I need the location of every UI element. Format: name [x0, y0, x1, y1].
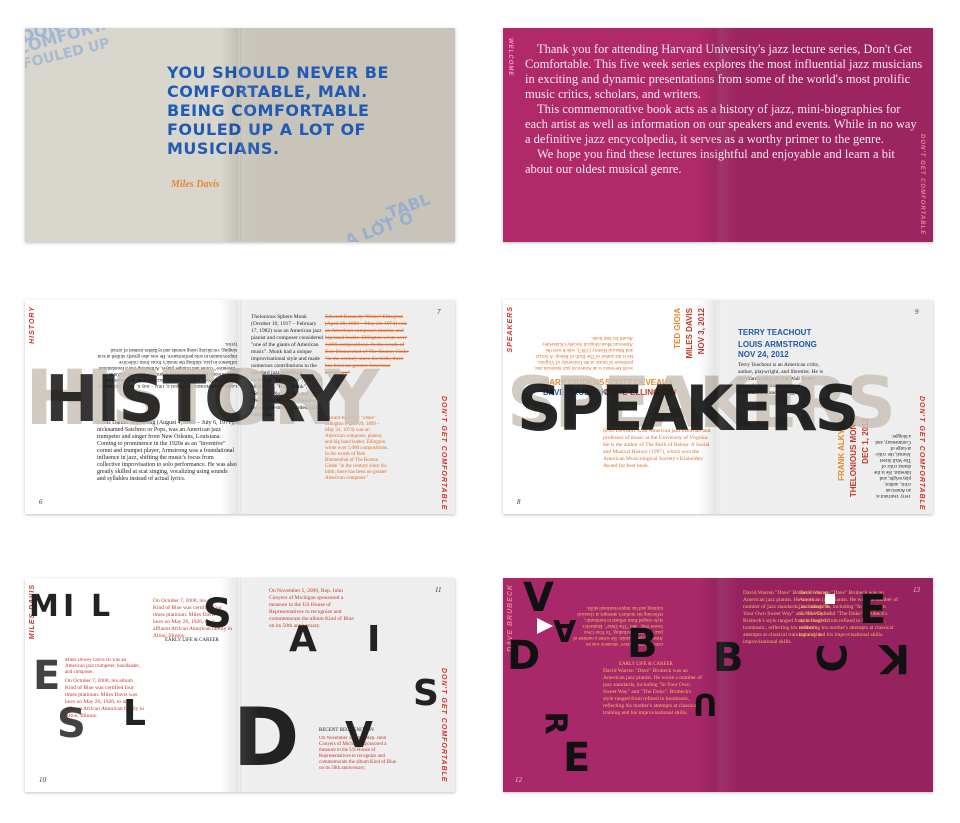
- ted-gioia-name: TED GIOIA: [673, 308, 682, 349]
- side-label-right: DON'T GET COMFORTABLE: [440, 668, 447, 783]
- letter-r: R: [537, 711, 573, 735]
- page-number-left: 12: [515, 776, 522, 784]
- intro-text: Miles Dewey Davis III was an American ja…: [65, 658, 140, 675]
- letter-l: L: [91, 589, 111, 624]
- letter-u: U: [693, 686, 718, 721]
- quote-attribution: Miles Davis: [171, 179, 220, 190]
- deveaux-text-rotated: Scott DeVeaux is an American jazz histor…: [535, 335, 633, 370]
- letter-b-2: B: [713, 635, 744, 681]
- welcome-text: Thank you for attending Harvard Universi…: [525, 42, 923, 177]
- page-number-left: 8: [517, 498, 521, 506]
- side-label-left: HISTORY: [29, 306, 36, 344]
- side-label-left: WELCOME: [507, 38, 513, 77]
- letter-i: I: [63, 589, 75, 624]
- letter-a: A: [553, 612, 577, 647]
- date-nov-3: NOV 3, 2012: [697, 308, 706, 355]
- letter-v: V: [523, 578, 554, 621]
- spread-quote: DON'T GET COMFORTABLE FOULED UP …TABL A …: [25, 28, 455, 242]
- louis-armstrong-name: LOUIS ARMSTRONG: [738, 340, 817, 349]
- letter-s-2: S: [413, 673, 439, 714]
- history-word: HISTORY: [45, 363, 347, 437]
- page-number-right: 11: [435, 586, 442, 594]
- quote-text: YOU SHOULD NEVER BE COMFORTABLE, MAN. BE…: [167, 63, 389, 158]
- page-number-right: 7: [437, 308, 441, 316]
- letter-a: A: [289, 619, 317, 660]
- letter-i-2: I: [367, 619, 381, 660]
- letter-b: B: [627, 621, 658, 667]
- letter-s-mid: S: [203, 591, 232, 637]
- page-number-right: 13: [913, 586, 920, 594]
- side-label-left: SPEAKERS: [507, 306, 514, 353]
- white-shape: [537, 618, 553, 634]
- letter-m: M: [29, 589, 59, 624]
- letter-s: S: [57, 701, 86, 747]
- page-number-left: 10: [39, 776, 46, 784]
- letter-v: V: [345, 715, 373, 756]
- column-text-left: David Warren "Dave" Brubeck was an Ameri…: [603, 668, 702, 716]
- page-number-left: 6: [39, 498, 43, 506]
- date-nov-24: NOV 24, 2012: [738, 350, 789, 359]
- side-label-right: DON'T GET COMFORTABLE: [918, 396, 925, 511]
- spread-dave-brubeck: DAVE BRUBECK 12 13 David Warren "Dave" B…: [503, 578, 933, 792]
- side-label-right: DON'T GET COMFORTABLE: [440, 396, 447, 511]
- white-shape: [825, 594, 835, 604]
- letter-k: K: [879, 635, 910, 681]
- letter-c: C: [810, 643, 857, 673]
- letter-e: E: [563, 735, 591, 781]
- welcome-paragraph-2: This commemorative book acts as a histor…: [525, 102, 917, 146]
- letter-e-2: E: [859, 587, 887, 633]
- letter-d: D: [507, 633, 541, 679]
- terry-teachout-name: TERRY TEACHOUT: [738, 328, 812, 337]
- spread-welcome: WELCOME DON'T GET COMFORTABLE Thank you …: [503, 28, 933, 242]
- letter-d: D: [233, 691, 300, 784]
- spread-miles-davis: MILES DAVIS DON'T GET COMFORTABLE 10 11 …: [25, 578, 455, 792]
- letter-l-mid: L: [123, 693, 146, 734]
- spread-history: HISTORY DON'T GET COMFORTABLE 6 7 Louis …: [25, 300, 455, 514]
- welcome-paragraph-1: Thank you for attending Harvard Universi…: [525, 42, 923, 101]
- speakers-word: SPEAKERS: [517, 372, 859, 445]
- welcome-paragraph-3: We hope you find these lectures insightf…: [525, 147, 895, 176]
- page-number-right: 9: [915, 308, 919, 316]
- miles-davis-name: MILES DAVIS: [685, 308, 694, 359]
- letter-e: E: [33, 653, 61, 699]
- spread-speakers: SPEAKERS DON'T GET COMFORTABLE 8 9 Scott…: [503, 300, 933, 514]
- heading-early-life: EARLY LIFE & CAREER: [165, 638, 219, 643]
